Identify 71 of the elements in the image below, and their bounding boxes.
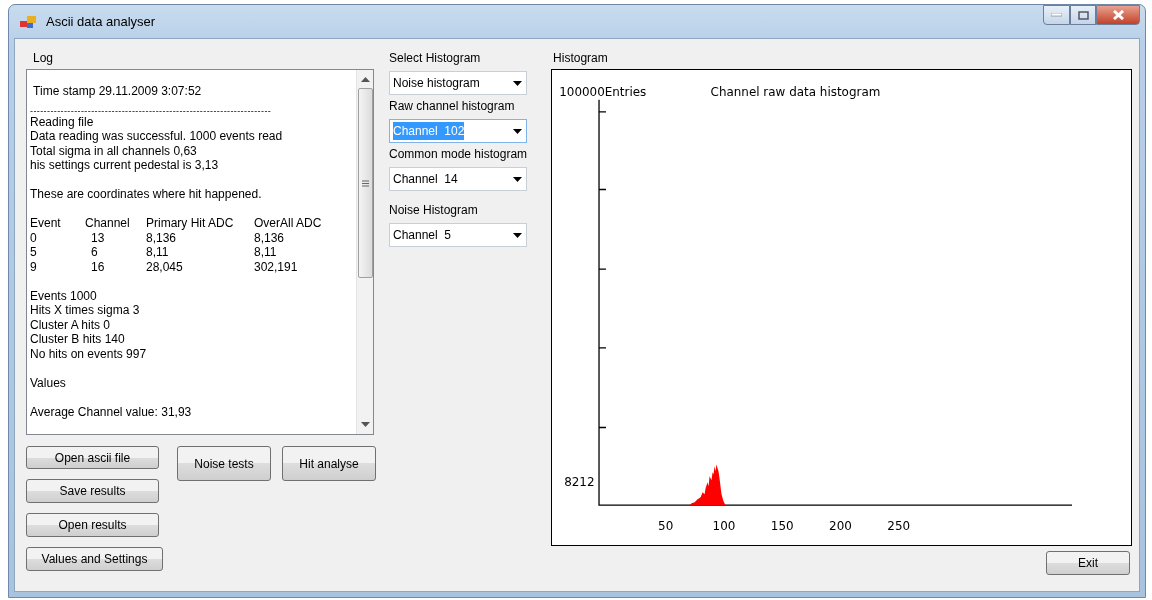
column-header: Channel [85,216,131,231]
scroll-up-icon[interactable] [360,77,370,82]
table-cell-text: 5 [30,245,38,260]
dropdown-arrow-icon[interactable] [513,128,522,134]
maximize-button[interactable] [1070,5,1096,25]
separator-line: ----------------------------------------------------------------------- [30,106,273,115]
scrollbar[interactable] [356,70,373,434]
field-label: Common mode histogram [389,146,528,163]
button[interactable]: Save results [26,479,159,503]
dropdown[interactable]: Channel 14 [389,167,527,191]
group-label: Histogram [553,51,608,65]
close-icon[interactable] [1111,10,1125,20]
log-line: Cluster B hits 140 [30,332,126,347]
axis-label: 50 [658,519,674,534]
dropdown-arrow-icon[interactable] [513,176,522,182]
log-line: No hits on events 997 [30,346,148,361]
log-line: Hits X times sigma 3 [30,303,141,318]
button[interactable]: Values and Settings [26,547,163,571]
dropdown[interactable]: Channel 5 [389,223,527,247]
minimize-button[interactable] [1043,5,1070,25]
dropdown-arrow-icon[interactable] [513,232,522,238]
exit-button[interactable]: Exit [1046,551,1131,575]
axis-label: 200 [829,519,852,534]
table-cell-text: 8,11 [146,245,170,260]
axis-label: 8212 [564,475,595,490]
field-label: Noise Histogram [389,202,478,219]
log-line: Average Channel value: 31,93 [30,404,193,419]
axis-label: 250 [887,519,911,534]
table-cell-text: 8,136 [146,230,178,245]
table-cell-text: 302,191 [254,259,299,274]
table-cell-text: 28,045 [146,259,184,274]
button[interactable]: Open results [26,513,159,537]
table-cell-text: 8,136 [254,230,286,245]
chart-title: Channel raw data histogram [710,84,881,99]
table-cell-text: 0 [30,230,38,245]
log-line: Data reading was successful. 1000 events read [30,129,284,144]
scroll-down-icon[interactable] [360,422,370,427]
dropdown[interactable]: Noise histogram [389,71,527,95]
axis-title: 100000Entries [559,84,647,99]
log-line: Time stamp 29.11.2009 3:07:52 [32,84,203,99]
table-cell-text: 16 [90,259,106,274]
log-line: These are coordinates where hit happened. [30,187,263,202]
button[interactable]: Hit analyse [282,446,376,481]
table-cell-text: 6 [90,245,99,260]
log-line: Events 1000 [30,288,98,303]
column-header: OverAll ADC [254,216,323,231]
dropdown-arrow-icon[interactable] [513,80,522,86]
button[interactable]: Noise tests [177,446,271,481]
log-line: Values [30,375,67,390]
log-line: Total sigma in all channels 0,63 [30,143,198,158]
log-line: Cluster A hits 0 [30,317,112,332]
log-textbox[interactable] [26,69,374,435]
button[interactable]: Open ascii file [26,446,159,469]
table-cell-text: 13 [90,230,106,245]
scroll-thumb[interactable] [357,88,373,278]
column-header: Event [30,216,62,231]
app-icon [20,13,38,30]
field-label: Select Histogram [389,50,481,67]
histogram-bars [689,464,726,506]
axis-label: 150 [770,519,794,534]
field-label: Raw channel histogram [389,98,515,115]
table-cell-text: 8,11 [254,245,278,260]
log-line: his settings current pedestal is 3,13 [30,158,220,173]
group-label: Log [33,51,54,65]
maximize-icon[interactable] [1077,10,1089,20]
window-title: Ascii data analyser [46,12,156,31]
axis-label: 100 [712,519,736,534]
column-header: Primary Hit ADC [146,216,235,231]
close-button[interactable] [1096,5,1140,25]
log-line: Reading file [30,114,95,129]
table-cell-text: 9 [30,259,38,274]
